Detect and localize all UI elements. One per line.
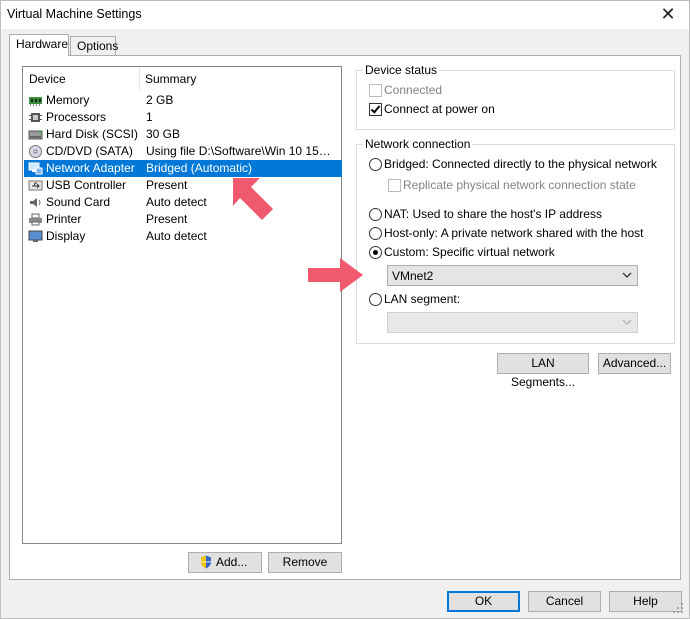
connect-at-power-on-label: Connect at power on xyxy=(384,102,495,116)
device-row-display[interactable]: Display Auto detect xyxy=(24,228,342,245)
network-connection-title: Network connection xyxy=(363,137,473,151)
advanced-button-label: Advanced... xyxy=(602,356,667,370)
annotation-arrow-up-left xyxy=(233,178,273,220)
bridged-radio[interactable] xyxy=(369,158,382,171)
connect-at-power-on-checkbox[interactable] xyxy=(369,103,382,116)
connected-checkbox[interactable] xyxy=(369,84,382,97)
lan-segment-label: LAN segment: xyxy=(384,292,461,306)
device-row-network-adapter[interactable]: Network Adapter Bridged (Automatic) xyxy=(24,160,342,177)
window-title: Virtual Machine Settings xyxy=(7,7,142,21)
cd-dvd-icon xyxy=(29,145,42,158)
device-row-printer[interactable]: Printer Present xyxy=(24,211,342,228)
column-device[interactable]: Device xyxy=(29,72,66,86)
tab-hardware[interactable]: Hardware xyxy=(9,34,69,56)
device-name: Memory xyxy=(46,93,90,107)
memory-icon xyxy=(29,97,42,106)
device-row-sound-card[interactable]: Sound Card Auto detect xyxy=(24,194,342,211)
device-name: USB Controller xyxy=(46,178,127,192)
device-name: CD/DVD (SATA) xyxy=(46,144,133,158)
replicate-state-checkbox[interactable] xyxy=(388,179,401,192)
hardware-panel: Device Summary Memory 2 GB Processors 1 … xyxy=(9,55,681,580)
device-summary: Auto detect xyxy=(146,229,207,243)
host-only-radio[interactable] xyxy=(369,227,382,240)
resize-grip[interactable] xyxy=(671,601,685,615)
device-row-processors[interactable]: Processors 1 xyxy=(24,109,342,126)
tab-options-label: Options xyxy=(77,39,119,53)
chevron-down-icon xyxy=(622,272,632,278)
network-adapter-icon xyxy=(28,162,43,175)
radio-selected-dot xyxy=(373,250,378,255)
lan-segment-radio[interactable] xyxy=(369,293,382,306)
help-button-label: Help xyxy=(633,594,658,608)
lan-segments-button-label: LAN Segments... xyxy=(510,356,576,389)
custom-label: Custom: Specific virtual network xyxy=(384,245,555,259)
hard-disk-icon xyxy=(28,130,43,140)
add-button-label: Add... xyxy=(216,555,248,569)
device-status-group: Device status Connected Connect at power… xyxy=(356,63,675,130)
ok-button-label: OK xyxy=(474,594,493,608)
vmnet-select-value: VMnet2 xyxy=(392,269,434,283)
tab-options[interactable]: Options xyxy=(70,36,119,55)
lan-segment-select[interactable] xyxy=(387,312,638,333)
sound-card-icon xyxy=(30,198,41,207)
device-summary: 30 GB xyxy=(146,127,181,141)
device-summary: 2 GB xyxy=(146,93,174,107)
nat-label: NAT: Used to share the host's IP address xyxy=(384,207,602,221)
device-summary: 1 xyxy=(146,110,153,124)
chevron-down-icon xyxy=(622,319,632,325)
network-connection-group: Network connection Bridged: Connected di… xyxy=(356,137,675,344)
ok-button[interactable]: OK xyxy=(447,591,520,612)
printer-icon xyxy=(29,213,42,226)
tab-hardware-label: Hardware xyxy=(16,37,69,51)
device-name: Hard Disk (SCSI) xyxy=(46,127,139,141)
device-status-title: Device status xyxy=(363,63,440,77)
host-only-label: Host-only: A private network shared with… xyxy=(384,226,644,240)
lan-segments-button[interactable]: LAN Segments... xyxy=(497,353,589,389)
usb-icon xyxy=(28,180,43,191)
column-separator[interactable] xyxy=(139,67,140,91)
add-button[interactable]: Add... xyxy=(188,552,262,573)
processor-icon xyxy=(29,113,42,122)
device-name: Printer xyxy=(46,212,82,226)
device-summary: Bridged (Automatic) xyxy=(146,161,253,175)
device-name: Display xyxy=(46,229,86,243)
column-summary[interactable]: Summary xyxy=(145,72,196,86)
device-row-hard-disk[interactable]: Hard Disk (SCSI) 30 GB xyxy=(24,126,342,143)
device-name: Processors xyxy=(46,110,107,124)
cancel-button[interactable]: Cancel xyxy=(528,591,601,612)
checkmark-icon xyxy=(370,103,381,114)
replicate-state-label: Replicate physical network connection st… xyxy=(403,178,636,192)
resize-grip-icon xyxy=(673,603,683,613)
remove-button-label: Remove xyxy=(282,555,328,569)
close-button[interactable]: ✕ xyxy=(653,3,683,27)
device-summary: Using file D:\Software\Win 10 15025... xyxy=(146,144,336,158)
device-row-usb-controller[interactable]: USB Controller Present xyxy=(24,177,342,194)
device-name: Network Adapter xyxy=(46,161,135,175)
device-list[interactable]: Device Summary Memory 2 GB Processors 1 … xyxy=(22,66,342,544)
remove-button[interactable]: Remove xyxy=(268,552,342,573)
device-row-memory[interactable]: Memory 2 GB xyxy=(24,92,342,109)
device-name: Sound Card xyxy=(46,195,111,209)
settings-window: Virtual Machine Settings ✕ Hardware Opti… xyxy=(0,0,690,619)
vmnet-select[interactable]: VMnet2 xyxy=(387,265,638,286)
connected-label: Connected xyxy=(384,83,443,97)
title-bar[interactable]: Virtual Machine Settings ✕ xyxy=(1,1,689,29)
annotation-arrow-right xyxy=(308,258,363,292)
nat-radio[interactable] xyxy=(369,208,382,221)
list-header: Device Summary xyxy=(23,67,341,91)
advanced-button[interactable]: Advanced... xyxy=(598,353,671,374)
device-row-cd-dvd[interactable]: CD/DVD (SATA) Using file D:\Software\Win… xyxy=(24,143,342,160)
cancel-button-label: Cancel xyxy=(545,594,584,608)
custom-radio[interactable] xyxy=(369,246,382,259)
display-icon xyxy=(28,230,43,242)
bridged-label: Bridged: Connected directly to the physi… xyxy=(384,157,657,171)
shield-icon xyxy=(201,555,211,569)
